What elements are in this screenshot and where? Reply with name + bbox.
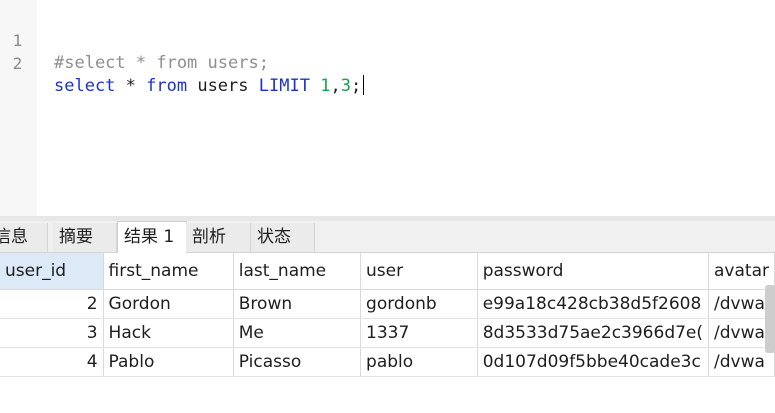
cell-user[interactable]: 1337: [360, 318, 478, 348]
sql-star: *: [115, 76, 147, 96]
sql-limit-count: 3: [340, 76, 351, 96]
sql-semicolon: ;: [350, 76, 362, 96]
cell-last-name[interactable]: Picasso: [233, 347, 362, 377]
result-grid[interactable]: user_id first_name last_name user passwo…: [0, 253, 775, 413]
line-code[interactable]: select * from users LIMIT 1,3;: [54, 75, 365, 98]
tab-result-1[interactable]: 结果 1: [117, 221, 187, 253]
cell-password[interactable]: e99a18c428cb38d5f2608: [477, 289, 710, 319]
cell-password[interactable]: 8d3533d75ae2c3966d7e(: [477, 318, 710, 348]
sql-comment: #select * from users;: [54, 53, 269, 73]
cell-first-name[interactable]: Gordon: [103, 289, 234, 319]
table-row[interactable]: 2 Gordon Brown gordonb e99a18c428cb38d5f…: [0, 289, 775, 319]
table-row[interactable]: 3 Hack Me 1337 8d3533d75ae2c3966d7e( /dv…: [0, 318, 775, 348]
cell-user-id[interactable]: 3: [0, 318, 104, 348]
sql-keyword-limit: LIMIT: [258, 76, 310, 96]
sql-editor[interactable]: 1 #select * from users; 2 select * from …: [0, 0, 775, 216]
editor-line-2[interactable]: 2 select * from users LIMIT 1,3;: [0, 29, 365, 96]
tab-profile[interactable]: 剖析: [186, 223, 251, 252]
column-header-password[interactable]: password: [477, 253, 710, 290]
text-caret: [363, 75, 365, 95]
cell-last-name[interactable]: Me: [233, 318, 362, 348]
cell-user[interactable]: gordonb: [360, 289, 478, 319]
editor-line-1[interactable]: 1 #select * from users;: [0, 6, 269, 73]
cell-password[interactable]: 0d107d09f5bbe40cade3c: [477, 347, 710, 377]
cell-first-name[interactable]: Pablo: [103, 347, 234, 377]
sql-limit-offset: 1: [320, 76, 331, 96]
sql-keyword-select: select: [54, 76, 116, 96]
column-header-first-name[interactable]: first_name: [103, 253, 234, 290]
cell-user[interactable]: pablo: [360, 347, 478, 377]
result-table: user_id first_name last_name user passwo…: [0, 253, 775, 377]
sql-keyword-from: from: [146, 76, 188, 96]
cell-last-name[interactable]: Brown: [233, 289, 362, 319]
table-row[interactable]: 4 Pablo Picasso pablo 0d107d09f5bbe40cad…: [0, 347, 775, 377]
result-tab-bar: 信息 摘要 结果 1 剖析 状态: [0, 221, 775, 253]
column-header-user-id[interactable]: user_id: [0, 253, 104, 290]
sql-table-name: users: [187, 76, 259, 96]
header-row: user_id first_name last_name user passwo…: [0, 253, 775, 290]
cell-first-name[interactable]: Hack: [103, 318, 234, 348]
tab-status[interactable]: 状态: [251, 223, 315, 252]
sql-comma: ,: [330, 76, 341, 96]
line-number: 2: [12, 54, 23, 73]
tab-info[interactable]: 信息: [0, 223, 48, 252]
cell-user-id[interactable]: 2: [0, 289, 104, 319]
sql-space: [310, 76, 320, 96]
column-header-user[interactable]: user: [360, 253, 478, 290]
cell-user-id[interactable]: 4: [0, 347, 104, 377]
column-header-avatar[interactable]: avatar: [708, 253, 775, 290]
column-header-last-name[interactable]: last_name: [233, 253, 362, 290]
vertical-scrollbar-thumb[interactable]: [765, 285, 775, 353]
tab-summary[interactable]: 摘要: [53, 223, 117, 252]
line-code[interactable]: #select * from users;: [54, 52, 269, 75]
